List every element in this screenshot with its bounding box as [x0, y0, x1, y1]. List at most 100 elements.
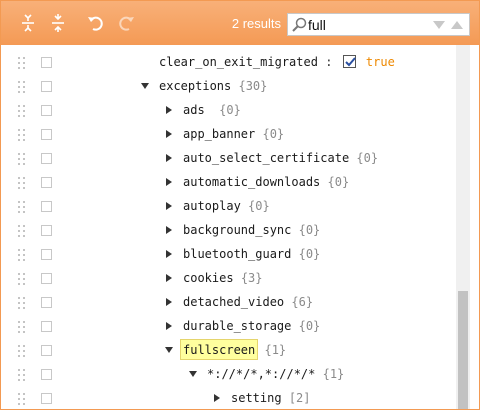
drag-handle-icon[interactable]	[18, 368, 26, 381]
caret-right-icon[interactable]	[163, 104, 175, 116]
row-menu-button[interactable]	[41, 273, 52, 284]
node-count: {0}	[327, 175, 350, 189]
drag-handle-icon[interactable]	[18, 104, 26, 117]
drag-handle-icon[interactable]	[18, 320, 26, 333]
node-count: {0}	[356, 151, 379, 165]
json-tree: clear_on_exit_migrated : true exceptions…	[1, 45, 479, 409]
row-menu-button[interactable]	[41, 105, 52, 116]
node-key[interactable]: background_sync	[183, 223, 291, 237]
node-key[interactable]: exceptions	[159, 79, 231, 93]
caret-right-icon[interactable]	[163, 248, 175, 260]
search-previous-icon[interactable]	[450, 18, 464, 30]
tree-row-cookies: cookies {3}	[1, 267, 455, 291]
caret-right-icon[interactable]	[163, 224, 175, 236]
row-menu-button[interactable]	[41, 369, 52, 380]
node-key[interactable]: cookies	[183, 271, 234, 285]
node-count: {1}	[264, 343, 287, 357]
drag-handle-icon[interactable]	[18, 176, 26, 189]
search-results-count: 2 results	[231, 16, 281, 31]
scrollbar-thumb[interactable]	[458, 291, 468, 409]
tree-row-auto-select-certificate: auto_select_certificate {0}	[1, 147, 455, 171]
node-key[interactable]: ads	[183, 103, 205, 117]
undo-icon[interactable]	[87, 14, 105, 32]
caret-down-icon[interactable]	[163, 344, 175, 356]
node-label: bluetooth_guard {0}	[183, 247, 320, 262]
node-label: exceptions {30}	[159, 79, 267, 94]
node-key[interactable]: automatic_downloads	[183, 175, 320, 189]
node-key[interactable]: detached_video	[183, 295, 284, 309]
collapse-all-icon[interactable]	[49, 14, 67, 32]
drag-handle-icon[interactable]	[18, 344, 26, 357]
node-count: {0}	[298, 319, 321, 333]
tree-row-background-sync: background_sync {0}	[1, 219, 455, 243]
node-key[interactable]: clear_on_exit_migrated	[159, 55, 318, 69]
key-value-separator: :	[325, 55, 333, 69]
caret-right-icon[interactable]	[163, 320, 175, 332]
caret-right-icon[interactable]	[163, 128, 175, 140]
tree-row-ads: ads {0}	[1, 99, 455, 123]
drag-handle-icon[interactable]	[18, 200, 26, 213]
node-key[interactable]: app_banner	[183, 127, 255, 141]
node-key[interactable]: setting	[231, 391, 282, 405]
row-menu-button[interactable]	[41, 177, 52, 188]
row-menu-button[interactable]	[41, 345, 52, 356]
node-key[interactable]: durable_storage	[183, 319, 291, 333]
expand-all-icon[interactable]	[19, 14, 37, 32]
row-menu-button[interactable]	[41, 297, 52, 308]
drag-handle-icon[interactable]	[18, 152, 26, 165]
node-label: clear_on_exit_migrated : true	[159, 55, 395, 70]
drag-handle-icon[interactable]	[18, 224, 26, 237]
node-count: {0}	[219, 103, 241, 117]
caret-down-icon[interactable]	[139, 80, 151, 92]
row-menu-button[interactable]	[41, 225, 52, 236]
tree-row-pattern: *://*/*,*://*/* {1}	[1, 363, 455, 387]
tree-row-fullscreen: fullscreen {1}	[1, 339, 455, 363]
node-key[interactable]: autoplay	[183, 199, 241, 213]
row-menu-button[interactable]	[41, 393, 52, 404]
node-label: cookies {3}	[183, 271, 263, 286]
row-menu-button[interactable]	[41, 201, 52, 212]
node-value[interactable]: true	[366, 55, 395, 69]
node-count: {0}	[248, 199, 270, 213]
json-editor-window: 2 results clear_on_exit_migrated	[0, 0, 480, 410]
row-menu-button[interactable]	[41, 81, 52, 92]
node-key[interactable]: auto_select_certificate	[183, 151, 349, 165]
drag-handle-icon[interactable]	[18, 128, 26, 141]
row-menu-button[interactable]	[41, 129, 52, 140]
drag-handle-icon[interactable]	[18, 80, 26, 93]
row-menu-button[interactable]	[41, 57, 52, 68]
node-key[interactable]: *://*/*,*://*/*	[207, 367, 315, 381]
node-label: setting [2]	[231, 391, 311, 406]
search-match-key[interactable]: fullscreen	[179, 339, 259, 360]
tree-row-autoplay: autoplay {0}	[1, 195, 455, 219]
node-label: app_banner {0}	[183, 127, 284, 142]
caret-right-icon[interactable]	[211, 392, 223, 404]
drag-handle-icon[interactable]	[18, 248, 26, 261]
caret-right-icon[interactable]	[163, 176, 175, 188]
node-label: *://*/*,*://*/* {1}	[207, 367, 344, 382]
search-next-icon[interactable]	[432, 18, 446, 30]
node-count: {0}	[298, 223, 321, 237]
caret-right-icon[interactable]	[163, 272, 175, 284]
node-label: ads {0}	[183, 103, 241, 118]
boolean-checkbox[interactable]	[342, 55, 356, 68]
drag-handle-icon[interactable]	[18, 272, 26, 285]
node-count: {0}	[262, 127, 285, 141]
search-input[interactable]	[308, 15, 426, 34]
node-count: {6}	[291, 295, 314, 309]
redo-icon[interactable]	[117, 14, 135, 32]
drag-handle-icon[interactable]	[18, 296, 26, 309]
caret-right-icon[interactable]	[163, 152, 175, 164]
tree-row-bluetooth-guard: bluetooth_guard {0}	[1, 243, 455, 267]
row-menu-button[interactable]	[41, 153, 52, 164]
tree-row-clear-on-exit-migrated: clear_on_exit_migrated : true	[1, 51, 455, 75]
row-menu-button[interactable]	[41, 249, 52, 260]
caret-right-icon[interactable]	[163, 200, 175, 212]
drag-handle-icon[interactable]	[18, 56, 26, 69]
caret-right-icon[interactable]	[163, 296, 175, 308]
tree-row-automatic-downloads: automatic_downloads {0}	[1, 171, 455, 195]
node-key[interactable]: bluetooth_guard	[183, 247, 291, 261]
caret-down-icon[interactable]	[187, 368, 199, 380]
drag-handle-icon[interactable]	[18, 392, 26, 405]
row-menu-button[interactable]	[41, 321, 52, 332]
